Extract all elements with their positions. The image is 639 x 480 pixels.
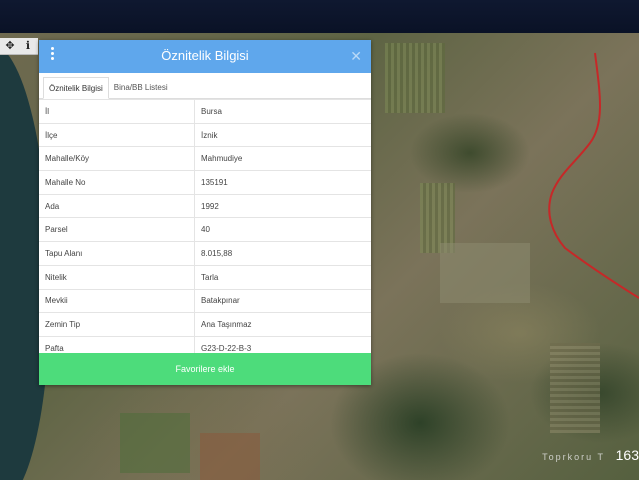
table-row: Mahalle No 135191 — [39, 170, 371, 195]
panel-tabs: Öznitelik Bilgisi Bina/BB Listesi — [39, 73, 371, 99]
row-label: Parsel — [39, 217, 195, 242]
row-label: Mahalle/Köy — [39, 146, 195, 171]
table-row: Zemin Tip Ana Taşınmaz — [39, 312, 371, 337]
row-label: İl — [39, 99, 195, 124]
row-value: 135191 — [194, 170, 371, 195]
row-value: 8.015,88 — [194, 241, 371, 266]
row-label: Zemin Tip — [39, 312, 195, 337]
attribute-table: İl Bursa İlçe İznik Mahalle/Köy Mahmudiye M… — [39, 99, 371, 360]
tab-building-list[interactable]: Bina/BB Listesi — [109, 77, 173, 99]
table-row: Mahalle/Köy Mahmudiye — [39, 146, 371, 171]
table-row: İlçe İznik — [39, 122, 371, 147]
table-row: Nitelik Tarla — [39, 264, 371, 289]
table-row: Mevkii Batakpınar — [39, 288, 371, 313]
row-label: Mevkii — [39, 288, 195, 313]
map-toolbar: ✥ ℹ — [0, 38, 38, 55]
attribute-panel: Öznitelik Bilgisi ✕ Öznitelik Bilgisi Bi… — [39, 40, 371, 385]
table-row: Parsel 40 — [39, 217, 371, 242]
panel-header: Öznitelik Bilgisi ✕ — [39, 40, 371, 73]
row-label: Tapu Alanı — [39, 241, 195, 266]
tab-attribute-info[interactable]: Öznitelik Bilgisi — [43, 77, 109, 99]
table-row: Tapu Alanı 8.015,88 — [39, 241, 371, 266]
top-bar — [0, 0, 639, 33]
panel-title: Öznitelik Bilgisi — [161, 48, 249, 63]
row-value: 1992 — [194, 193, 371, 218]
table-row: İl Bursa — [39, 99, 371, 124]
row-label: İlçe — [39, 122, 195, 147]
row-value: Mahmudiye — [194, 146, 371, 171]
pan-icon[interactable]: ✥ — [3, 38, 17, 54]
row-value: 40 — [194, 217, 371, 242]
add-to-favorites-button[interactable]: Favorilere ekle — [39, 353, 371, 385]
row-label: Mahalle No — [39, 170, 195, 195]
close-icon[interactable]: ✕ — [350, 48, 362, 65]
row-value: Batakpınar — [194, 288, 371, 313]
row-value: Ana Taşınmaz — [194, 312, 371, 337]
row-value: Bursa — [194, 99, 371, 124]
map-overlay-number: 163 — [615, 447, 639, 463]
row-value: İznik — [194, 122, 371, 147]
info-icon[interactable]: ℹ — [21, 38, 35, 54]
row-label: Ada — [39, 193, 195, 218]
table-row: Ada 1992 — [39, 193, 371, 218]
row-value: Tarla — [194, 264, 371, 289]
row-label: Nitelik — [39, 264, 195, 289]
map-overlay-label: Toprkoru T — [542, 452, 605, 462]
